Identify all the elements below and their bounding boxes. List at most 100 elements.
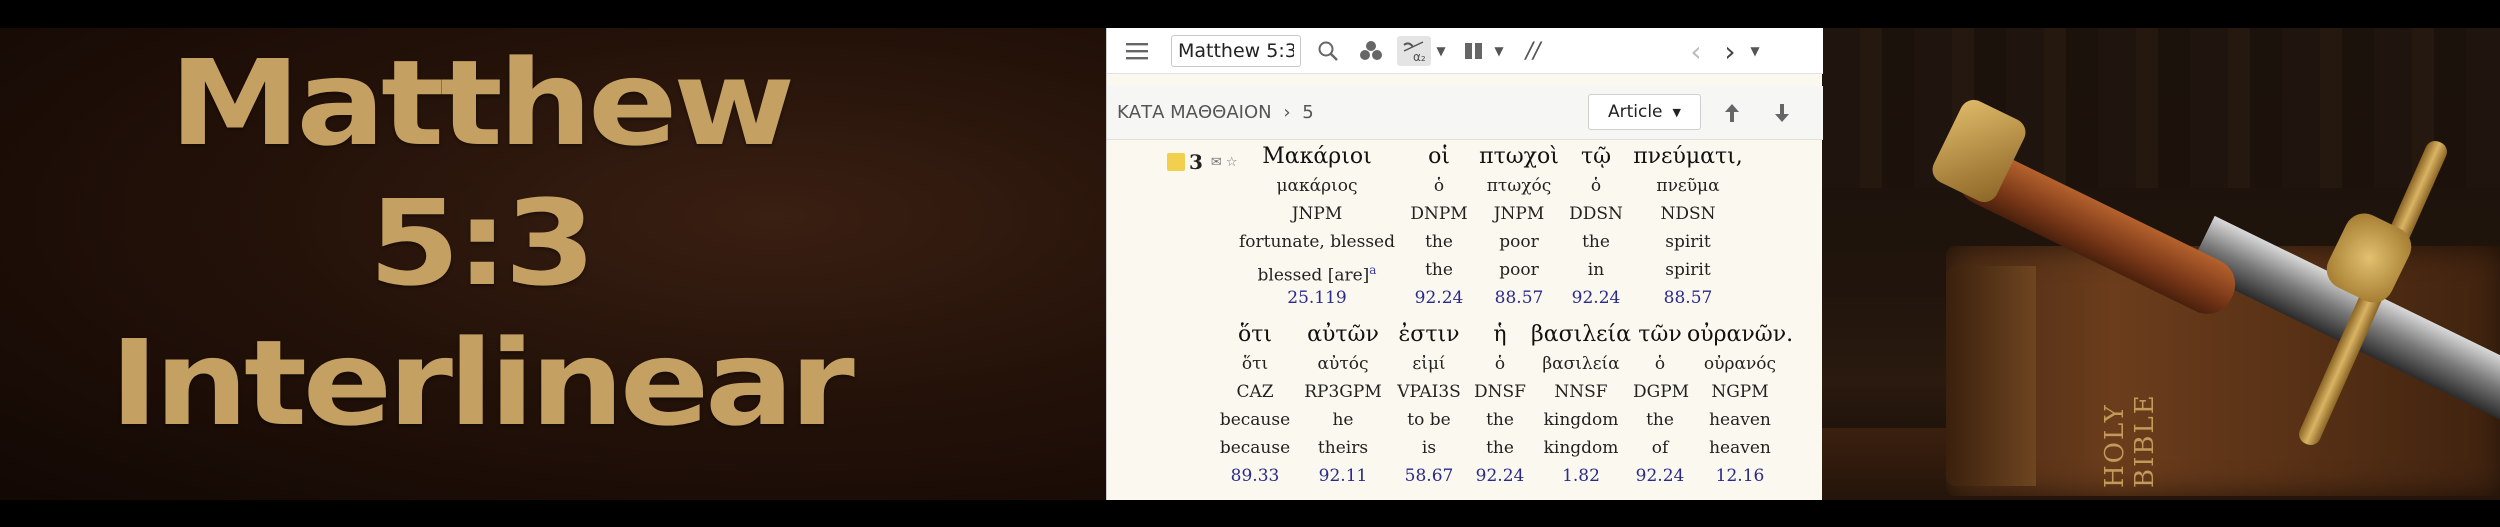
- lemma[interactable]: ὁ: [1471, 350, 1529, 378]
- promo-title-line1: Matthew: [169, 34, 795, 172]
- word-column[interactable]: τῶν ὁ DGPM the of 92.24: [1633, 320, 1689, 490]
- person-icon[interactable]: ☆: [1226, 155, 1238, 170]
- greek-word[interactable]: οἱ: [1407, 142, 1471, 172]
- word-column[interactable]: τῷ ὁ DDSN the in 92.24: [1567, 142, 1625, 312]
- interlinear-dropdown-icon[interactable]: ▼: [1433, 36, 1449, 66]
- translation: poor: [1499, 260, 1539, 280]
- gloss: the: [1425, 232, 1453, 252]
- louw-nida[interactable]: 92.24: [1567, 284, 1625, 312]
- word-column[interactable]: αὐτῶν αὐτός RP3GPM he theirs 92.11: [1299, 320, 1387, 490]
- louw-nida[interactable]: 88.57: [1629, 284, 1747, 312]
- lemma[interactable]: πτωχός: [1477, 172, 1561, 200]
- louw-nida[interactable]: 92.24: [1471, 462, 1529, 490]
- reference-input[interactable]: [1171, 35, 1301, 67]
- louw-nida[interactable]: 92.24: [1633, 462, 1687, 490]
- greek-word[interactable]: οὐρανῶν.: [1687, 320, 1793, 350]
- morphology[interactable]: JNPM: [1477, 200, 1561, 228]
- morphology[interactable]: RP3GPM: [1299, 378, 1387, 406]
- louw-nida[interactable]: 92.24: [1407, 284, 1471, 312]
- gloss: the: [1582, 232, 1610, 252]
- word-column[interactable]: ἡ ὁ DNSF the the 92.24: [1471, 320, 1529, 490]
- lemma[interactable]: ὁ: [1407, 172, 1471, 200]
- translation: spirit: [1665, 260, 1711, 280]
- note-icon[interactable]: [1167, 153, 1185, 171]
- visual-filter-icon[interactable]: [1355, 36, 1387, 66]
- lemma[interactable]: αὐτός: [1299, 350, 1387, 378]
- greek-word[interactable]: τῷ: [1567, 142, 1625, 172]
- lemma[interactable]: οὐρανός: [1687, 350, 1793, 378]
- bible-book-spine: [1946, 266, 2036, 486]
- greek-word[interactable]: ἡ: [1471, 320, 1529, 350]
- morphology[interactable]: NNSF: [1531, 378, 1631, 406]
- morphology[interactable]: JNPM: [1237, 200, 1397, 228]
- search-icon[interactable]: [1313, 36, 1343, 66]
- bible-app-window: α₂ ▼ ▼ // ‹ › ▼ ΚΑΤΑ ΜΑΘΘΑΙΟΝ › 5 Articl…: [1106, 28, 1823, 500]
- word-column[interactable]: πτωχοὶ πτωχός JNPM poor poor 88.57: [1477, 142, 1561, 312]
- interlinear-icon[interactable]: α₂: [1397, 36, 1431, 66]
- louw-nida[interactable]: 92.11: [1299, 462, 1387, 490]
- greek-word[interactable]: βασιλεία: [1531, 320, 1631, 350]
- hamburger-icon[interactable]: [1121, 36, 1153, 66]
- word-column[interactable]: Μακάριοι μακάριος JNPM fortunate, blesse…: [1237, 142, 1397, 312]
- chevron-down-icon[interactable]: ▼: [1747, 36, 1763, 66]
- lemma[interactable]: ὁ: [1633, 350, 1687, 378]
- morphology[interactable]: DDSN: [1567, 200, 1625, 228]
- lemma[interactable]: ὅτι: [1215, 350, 1295, 378]
- layout-columns-icon[interactable]: [1459, 36, 1489, 66]
- louw-nida[interactable]: 25.119: [1237, 284, 1397, 312]
- bible-spine-text: HOLY BIBLE: [2100, 393, 2160, 488]
- breadcrumb[interactable]: ΚΑΤΑ ΜΑΘΘΑΙΟΝ › 5: [1117, 102, 1314, 123]
- lemma[interactable]: πνεῦμα: [1629, 172, 1747, 200]
- greek-word[interactable]: πνεύματι,: [1629, 142, 1747, 172]
- translation: because: [1219, 438, 1291, 458]
- verse-number[interactable]: 3: [1189, 150, 1203, 174]
- morphology[interactable]: DNPM: [1407, 200, 1471, 228]
- lemma[interactable]: βασιλεία: [1531, 350, 1631, 378]
- morphology[interactable]: CAZ: [1215, 378, 1295, 406]
- morphology[interactable]: DGPM: [1633, 378, 1689, 406]
- word-column[interactable]: οὐρανῶν. οὐρανός NGPM heaven heaven 12.1…: [1687, 320, 1793, 490]
- breadcrumb-chapter[interactable]: 5: [1302, 102, 1313, 123]
- lemma[interactable]: εἰμί: [1389, 350, 1469, 378]
- greek-word[interactable]: πτωχοὶ: [1477, 142, 1561, 172]
- greek-word[interactable]: ὅτι: [1215, 320, 1295, 350]
- promo-title-panel: Matthew 5:3 Interlinear: [0, 28, 1106, 500]
- louw-nida[interactable]: 1.82: [1531, 462, 1631, 490]
- morphology[interactable]: DNSF: [1471, 378, 1529, 406]
- translation: heaven: [1709, 438, 1771, 458]
- article-dropdown-button[interactable]: Article ▼: [1588, 94, 1701, 130]
- down-arrow-icon[interactable]: [1767, 98, 1797, 128]
- louw-nida[interactable]: 58.67: [1389, 462, 1469, 490]
- word-column[interactable]: ὅτι ὅτι CAZ because because 89.33: [1215, 320, 1295, 490]
- greek-word[interactable]: τῶν: [1633, 320, 1687, 350]
- up-arrow-icon[interactable]: [1717, 98, 1747, 128]
- louw-nida[interactable]: 89.33: [1215, 462, 1295, 490]
- word-column[interactable]: βασιλεία βασιλεία NNSF kingdom kingdom 1…: [1531, 320, 1631, 490]
- louw-nida[interactable]: 88.57: [1477, 284, 1561, 312]
- svg-text:α₂: α₂: [1413, 50, 1426, 63]
- gloss: spirit: [1665, 232, 1711, 252]
- louw-nida[interactable]: 12.16: [1687, 462, 1793, 490]
- greek-word[interactable]: ἐστιν: [1389, 320, 1469, 350]
- greek-word[interactable]: Μακάριοι: [1237, 142, 1397, 172]
- word-column[interactable]: πνεύματι, πνεῦμα NDSN spirit spirit 88.5…: [1629, 142, 1747, 312]
- breadcrumb-book[interactable]: ΚΑΤΑ ΜΑΘΘΑΙΟΝ: [1117, 102, 1272, 123]
- forward-arrow-icon[interactable]: ›: [1717, 35, 1743, 68]
- promo-title-line3: Interlinear: [109, 314, 855, 452]
- back-arrow-icon[interactable]: ‹: [1683, 35, 1709, 68]
- morphology[interactable]: NGPM: [1687, 378, 1793, 406]
- morphology[interactable]: VPAI3S: [1389, 378, 1469, 406]
- footnote-marker[interactable]: a: [1369, 263, 1376, 277]
- bookshelf-background: [1822, 28, 2500, 188]
- lemma[interactable]: ὁ: [1567, 172, 1625, 200]
- gloss: because: [1219, 410, 1291, 430]
- morphology[interactable]: NDSN: [1629, 200, 1747, 228]
- word-column[interactable]: ἐστιν εἰμί VPAI3S to be is 58.67: [1389, 320, 1469, 490]
- parallel-resources-icon[interactable]: //: [1517, 36, 1549, 66]
- speaker-icon[interactable]: ✉: [1211, 155, 1222, 170]
- gloss: fortunate, blessed: [1239, 232, 1395, 252]
- greek-word[interactable]: αὐτῶν: [1299, 320, 1387, 350]
- word-column[interactable]: οἱ ὁ DNPM the the 92.24: [1407, 142, 1471, 312]
- layout-dropdown-icon[interactable]: ▼: [1491, 36, 1507, 66]
- lemma[interactable]: μακάριος: [1237, 172, 1397, 200]
